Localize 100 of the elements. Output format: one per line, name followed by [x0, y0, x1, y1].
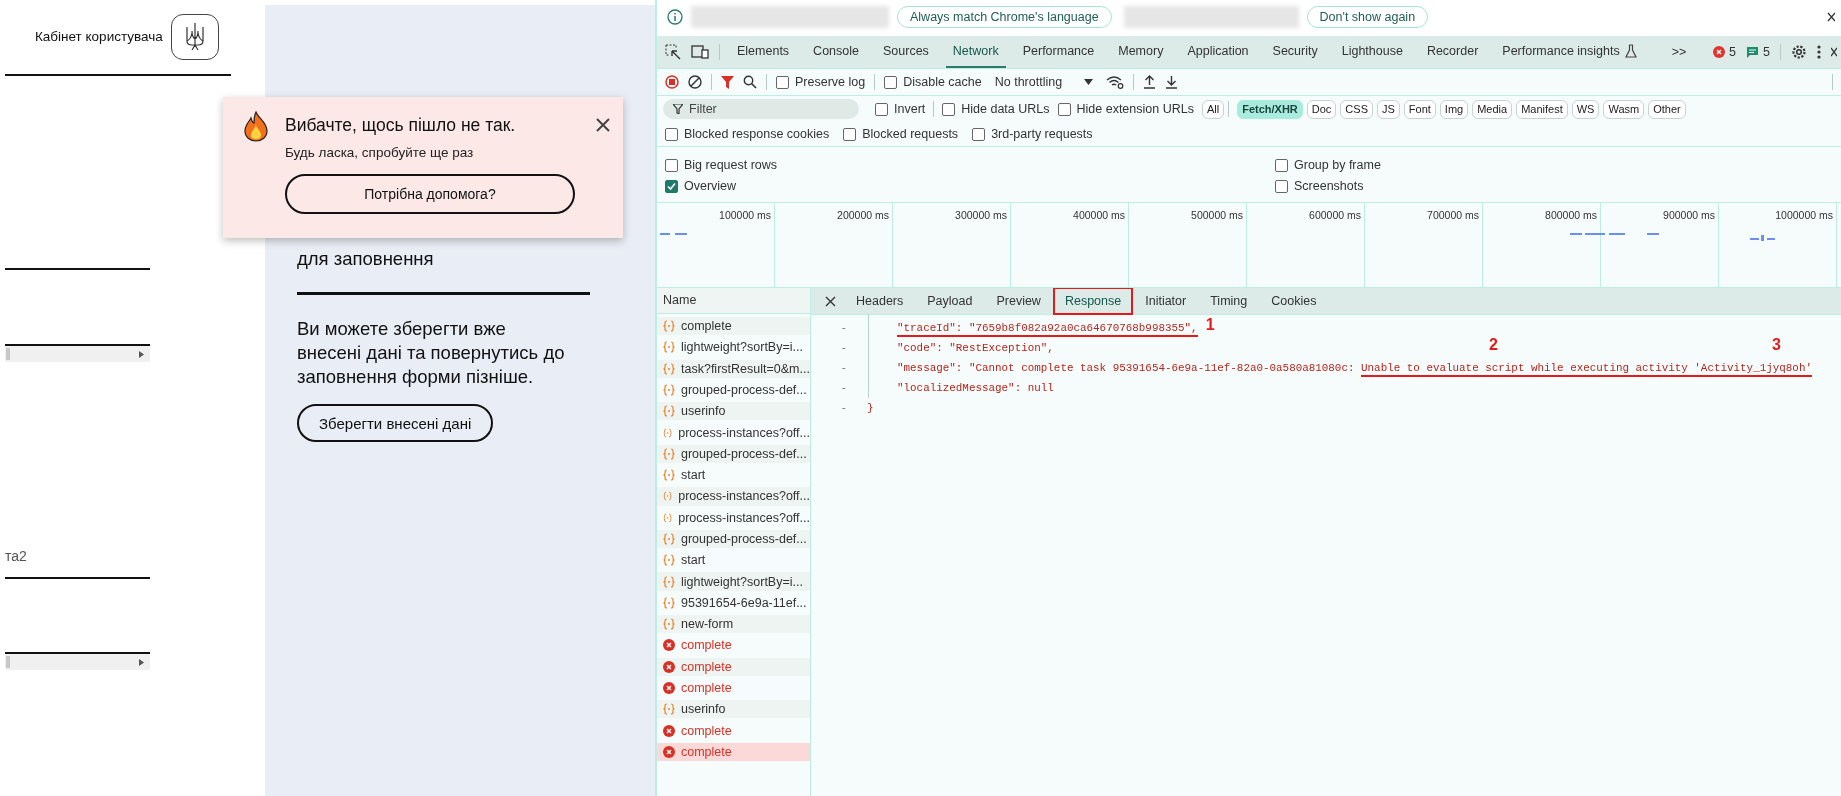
horizontal-scrollbar[interactable]: [5, 654, 150, 670]
request-row[interactable]: complete: [657, 742, 810, 761]
column-header[interactable]: Name: [657, 288, 810, 314]
request-row[interactable]: lightweight?sortBy=i...: [657, 338, 810, 357]
checkbox-label[interactable]: Invert: [875, 102, 926, 116]
request-row[interactable]: grouped-process-def...: [657, 380, 810, 400]
detail-tab[interactable]: Cookies: [1259, 287, 1329, 315]
checkbox-label[interactable]: 3rd-party requests: [972, 127, 1093, 141]
detail-tab[interactable]: Initiator: [1133, 287, 1199, 315]
panel-tab[interactable]: Sources: [876, 36, 936, 68]
emblem-icon[interactable]: [170, 13, 219, 60]
line-marker: -: [839, 322, 847, 334]
close-icon[interactable]: [595, 117, 611, 133]
network-conditions-icon[interactable]: [1106, 75, 1125, 89]
type-filter-button[interactable]: Font: [1403, 99, 1436, 119]
checkbox-label[interactable]: Screenshots: [1275, 179, 1833, 193]
language-button[interactable]: Always match Chrome's language: [897, 6, 1112, 28]
request-row[interactable]: 95391654-6e9a-11ef...: [657, 593, 810, 612]
more-options-icon[interactable]: [1817, 45, 1821, 59]
panel-tab[interactable]: Security: [1265, 36, 1325, 68]
message-count[interactable]: 5: [1763, 45, 1770, 59]
request-row[interactable]: lightweight?sortBy=i...: [657, 572, 810, 591]
detail-tab[interactable]: Timing: [1198, 287, 1260, 315]
device-icon[interactable]: [691, 44, 709, 60]
panel-tab[interactable]: Console: [806, 36, 866, 68]
download-icon[interactable]: [1165, 75, 1179, 89]
scroll-right-icon[interactable]: [139, 658, 144, 666]
detail-tab[interactable]: Preview: [984, 287, 1053, 315]
checkbox-label[interactable]: Blocked response cookies: [665, 127, 830, 141]
type-filter-button[interactable]: All: [1201, 99, 1225, 119]
record-stop-icon[interactable]: [665, 75, 679, 89]
request-row[interactable]: process-instances?off...: [657, 487, 810, 506]
settings-icon[interactable]: [1791, 44, 1807, 60]
search-icon[interactable]: [743, 75, 757, 89]
type-filter-button[interactable]: WS: [1571, 99, 1600, 119]
panel-tab[interactable]: Performance insights: [1495, 36, 1644, 68]
panel-tab[interactable]: Lighthouse: [1334, 36, 1410, 68]
checkbox-label[interactable]: Overview: [665, 179, 1275, 193]
message-icon[interactable]: [1746, 46, 1760, 58]
request-row[interactable]: userinfo: [657, 700, 810, 719]
request-row[interactable]: complete: [657, 721, 810, 740]
request-row[interactable]: complete: [657, 317, 810, 336]
info-icon: [667, 9, 683, 25]
type-filter-button[interactable]: Img: [1439, 99, 1469, 119]
type-filter-button[interactable]: Manifest: [1516, 99, 1568, 119]
request-row[interactable]: complete: [657, 636, 810, 655]
upload-icon[interactable]: [1143, 75, 1157, 89]
panel-tab[interactable]: Elements: [730, 36, 797, 68]
request-row[interactable]: complete: [657, 678, 810, 698]
panel-tab[interactable]: Memory: [1111, 36, 1171, 68]
scroll-right-icon[interactable]: [139, 350, 144, 358]
type-filter-button[interactable]: Doc: [1306, 99, 1337, 119]
error-count[interactable]: 5: [1729, 45, 1737, 59]
close-icon[interactable]: [1827, 12, 1835, 22]
panel-tab[interactable]: Application: [1180, 36, 1256, 68]
help-button[interactable]: Потрібна допомога?: [285, 174, 575, 214]
checkbox-label[interactable]: Group by frame: [1275, 158, 1833, 172]
caret-icon: [1084, 79, 1094, 85]
request-row[interactable]: process-instances?off...: [657, 423, 810, 442]
request-row[interactable]: userinfo: [657, 402, 810, 421]
panel-tab[interactable]: Recorder: [1419, 36, 1486, 68]
request-row[interactable]: task?firstResult=0&m...: [657, 359, 810, 378]
horizontal-scrollbar[interactable]: [5, 346, 150, 362]
request-row[interactable]: new-form: [657, 615, 810, 634]
type-filter-button[interactable]: Media: [1472, 99, 1513, 119]
type-filter-button[interactable]: JS: [1377, 99, 1400, 119]
checkbox-label[interactable]: Hide data URLs: [942, 102, 1050, 116]
type-filter-button[interactable]: Wasm: [1603, 99, 1645, 119]
checkbox-label[interactable]: Disable cache: [884, 75, 982, 89]
checkbox-label[interactable]: Preserve log: [776, 75, 866, 89]
close-icon[interactable]: [825, 295, 836, 307]
request-row[interactable]: complete: [657, 657, 810, 676]
clear-icon[interactable]: [688, 75, 702, 89]
detail-tab[interactable]: Headers: [844, 287, 916, 315]
panel-tab[interactable]: Performance: [1015, 36, 1102, 68]
dismiss-button[interactable]: Don't show again: [1306, 6, 1429, 28]
checkbox-label[interactable]: Big request rows: [665, 158, 1275, 172]
request-row[interactable]: start: [657, 551, 810, 570]
type-filter-button[interactable]: Fetch/XHR: [1237, 99, 1303, 119]
request-row[interactable]: start: [657, 466, 810, 485]
error-icon[interactable]: [1713, 46, 1726, 58]
request-row[interactable]: process-instances?off...: [657, 508, 810, 527]
checkbox-label[interactable]: Blocked requests: [843, 127, 959, 141]
save-button[interactable]: Зберегти внесені дані: [297, 404, 494, 442]
filter-field[interactable]: Filter: [663, 99, 859, 119]
detail-tab[interactable]: Payload: [915, 287, 985, 315]
more-tabs-button[interactable]: >>: [1671, 45, 1687, 59]
inspect-icon[interactable]: [665, 44, 681, 60]
panel-tab[interactable]: Network: [945, 36, 1006, 68]
type-filter-button[interactable]: CSS: [1340, 99, 1373, 119]
request-row[interactable]: grouped-process-def...: [657, 444, 810, 463]
request-row[interactable]: grouped-process-def...: [657, 529, 810, 549]
filter-icon[interactable]: [721, 75, 734, 89]
error-icon: [663, 681, 675, 694]
throttling-dropdown[interactable]: No throttling: [990, 75, 1098, 89]
type-filter-button[interactable]: Other: [1648, 99, 1686, 119]
checkbox-label[interactable]: Hide extension URLs: [1057, 102, 1194, 116]
fetch-icon: [663, 362, 675, 375]
detail-tab[interactable]: Response: [1052, 287, 1134, 315]
close-icon[interactable]: [1831, 47, 1837, 57]
